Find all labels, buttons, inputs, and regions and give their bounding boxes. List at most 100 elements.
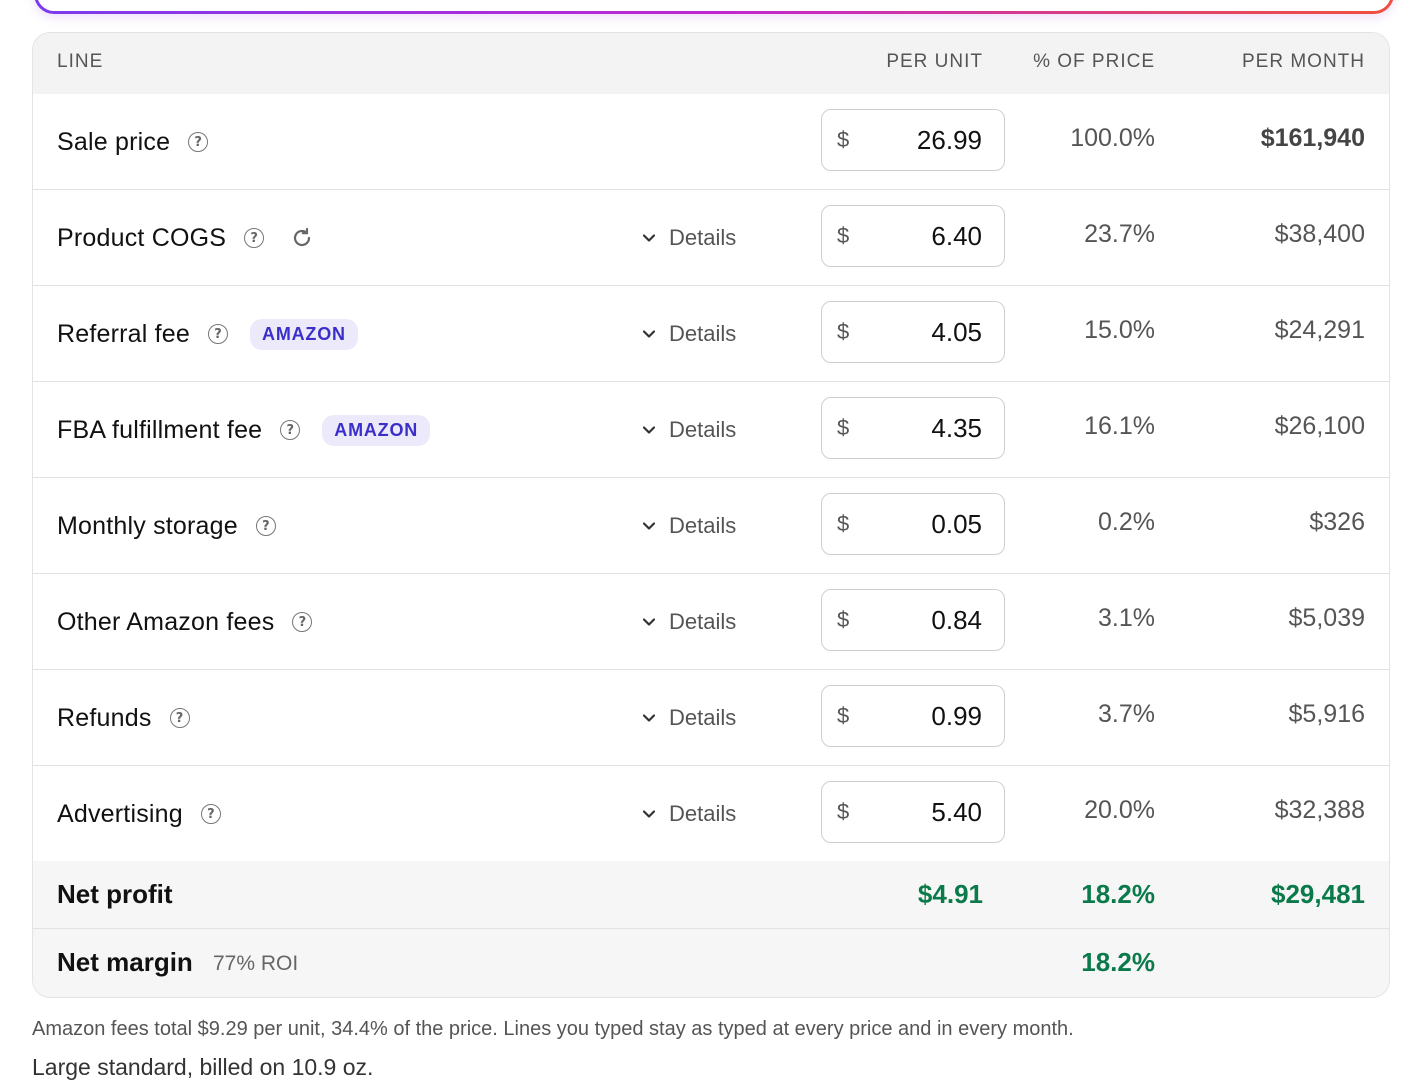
help-icon[interactable]: ? [208, 324, 229, 344]
details-label: Details [669, 801, 737, 826]
top-gradient-panel [34, 0, 1394, 14]
pct-of-price: 100.0% [1070, 124, 1155, 152]
pct-of-price: 23.7% [1084, 220, 1155, 248]
details-toggle[interactable]: Details [641, 574, 736, 670]
pct-of-price: 20.0% [1084, 796, 1155, 824]
details-toggle[interactable]: Details [641, 478, 736, 574]
row-label: Monthly storage [57, 511, 238, 540]
column-header-line: LINE [57, 51, 104, 72]
chevron-down-icon [641, 614, 657, 630]
row-label: Sale price [57, 127, 171, 156]
details-toggle[interactable]: Details [641, 382, 736, 478]
details-label: Details [669, 225, 737, 250]
currency-symbol: $ [837, 703, 850, 728]
fees-summary-note: Amazon fees total $9.29 per unit, 34.4% … [32, 1018, 1074, 1040]
help-icon[interactable]: ? [200, 804, 221, 824]
table-row-sale-price: Sale price ? $ 26.99 100.0% $161,940 [33, 94, 1389, 190]
pct-of-price: 3.7% [1098, 700, 1155, 728]
column-header-pct-of-price: % OF PRICE [1033, 51, 1155, 72]
profit-breakdown-table: LINE PER UNIT % OF PRICE PER MONTH Sale … [32, 32, 1390, 998]
chevron-down-icon [641, 326, 657, 342]
currency-symbol: $ [837, 511, 850, 536]
fba-fulfillment-fee-input[interactable]: $ 4.35 [821, 397, 1005, 459]
table-row-fba-fulfillment-fee: FBA fulfillment fee ? AMAZON Details $ 4… [33, 382, 1389, 478]
per-month-value: $326 [1309, 508, 1365, 536]
net-profit-row: Net profit $4.91 18.2% $29,481 [33, 861, 1389, 929]
product-cogs-input[interactable]: $ 6.40 [821, 205, 1005, 267]
input-value: 5.40 [931, 797, 982, 827]
pct-of-price: 3.1% [1098, 604, 1155, 632]
table-header: LINE PER UNIT % OF PRICE PER MONTH [33, 33, 1389, 94]
details-toggle[interactable]: Details [641, 286, 736, 382]
column-header-per-month: PER MONTH [1242, 51, 1365, 72]
per-month-value: $161,940 [1260, 124, 1365, 152]
column-header-per-unit: PER UNIT [886, 51, 983, 72]
table-row-product-cogs: Product COGS ? Details $ 6.40 23.7% $38,… [33, 190, 1389, 286]
referral-fee-input[interactable]: $ 4.05 [821, 301, 1005, 363]
details-toggle[interactable]: Details [641, 670, 736, 766]
input-value: 0.84 [931, 605, 982, 635]
row-label: Refunds [57, 703, 152, 732]
currency-symbol: $ [837, 607, 850, 632]
net-margin-row: Net margin 77% ROI 18.2% [33, 929, 1389, 997]
currency-symbol: $ [837, 223, 850, 248]
details-label: Details [669, 321, 737, 346]
input-value: 0.05 [931, 509, 982, 539]
details-toggle[interactable]: Details [641, 766, 736, 862]
details-toggle[interactable]: Details [641, 190, 736, 286]
other-amazon-fees-input[interactable]: $ 0.84 [821, 589, 1005, 651]
help-icon[interactable]: ? [255, 516, 276, 536]
table-row-monthly-storage: Monthly storage ? Details $ 0.05 0.2% $3… [33, 478, 1389, 574]
monthly-storage-input[interactable]: $ 0.05 [821, 493, 1005, 555]
input-value: 26.99 [916, 125, 982, 155]
help-icon[interactable]: ? [292, 612, 313, 632]
chevron-down-icon [641, 806, 657, 822]
table-row-advertising: Advertising ? Details $ 5.40 20.0% $32,3… [33, 766, 1389, 862]
net-margin-label: Net margin [57, 947, 193, 977]
help-icon[interactable]: ? [188, 132, 209, 152]
help-icon[interactable]: ? [244, 228, 265, 248]
row-label: Other Amazon fees [57, 607, 275, 636]
pct-of-price: 15.0% [1084, 316, 1155, 344]
input-value: 4.05 [931, 317, 982, 347]
details-label: Details [669, 513, 737, 538]
input-value: 0.99 [931, 701, 982, 731]
net-profit-per-month: $29,481 [1271, 879, 1365, 909]
per-month-value: $32,388 [1274, 796, 1365, 824]
chevron-down-icon [641, 422, 657, 438]
net-profit-label: Net profit [57, 879, 173, 909]
currency-symbol: $ [837, 319, 850, 344]
per-month-value: $5,039 [1288, 604, 1365, 632]
advertising-input[interactable]: $ 5.40 [821, 781, 1005, 843]
net-profit-pct: 18.2% [1081, 879, 1155, 909]
row-label: Referral fee [57, 319, 191, 348]
net-profit-per-unit: $4.91 [917, 879, 983, 909]
refresh-icon[interactable] [290, 226, 314, 250]
details-label: Details [669, 609, 737, 634]
input-value: 4.35 [931, 413, 982, 443]
per-month-value: $26,100 [1274, 412, 1365, 440]
input-value: 6.40 [931, 221, 982, 251]
help-icon[interactable]: ? [280, 420, 301, 440]
currency-symbol: $ [837, 415, 850, 440]
amazon-badge: AMAZON [322, 414, 431, 446]
table-row-other-amazon-fees: Other Amazon fees ? Details $ 0.84 3.1% … [33, 574, 1389, 670]
pct-of-price: 16.1% [1084, 412, 1155, 440]
chevron-down-icon [641, 230, 657, 246]
amazon-badge: AMAZON [250, 318, 358, 350]
help-icon[interactable]: ? [169, 708, 190, 728]
details-label: Details [669, 705, 737, 730]
per-month-value: $5,916 [1288, 700, 1365, 728]
net-margin-pct: 18.2% [1081, 947, 1155, 977]
table-row-referral-fee: Referral fee ? AMAZON Details $ 4.05 15.… [33, 286, 1389, 382]
details-label: Details [669, 417, 737, 442]
size-tier-note: Large standard, billed on 10.9 oz. [32, 1054, 374, 1080]
currency-symbol: $ [837, 127, 850, 152]
row-label: Advertising [57, 799, 183, 828]
refunds-input[interactable]: $ 0.99 [821, 685, 1005, 747]
pct-of-price: 0.2% [1098, 508, 1155, 536]
sale-price-input[interactable]: $ 26.99 [821, 109, 1005, 171]
per-month-value: $38,400 [1274, 220, 1365, 248]
currency-symbol: $ [837, 799, 850, 824]
chevron-down-icon [641, 710, 657, 726]
